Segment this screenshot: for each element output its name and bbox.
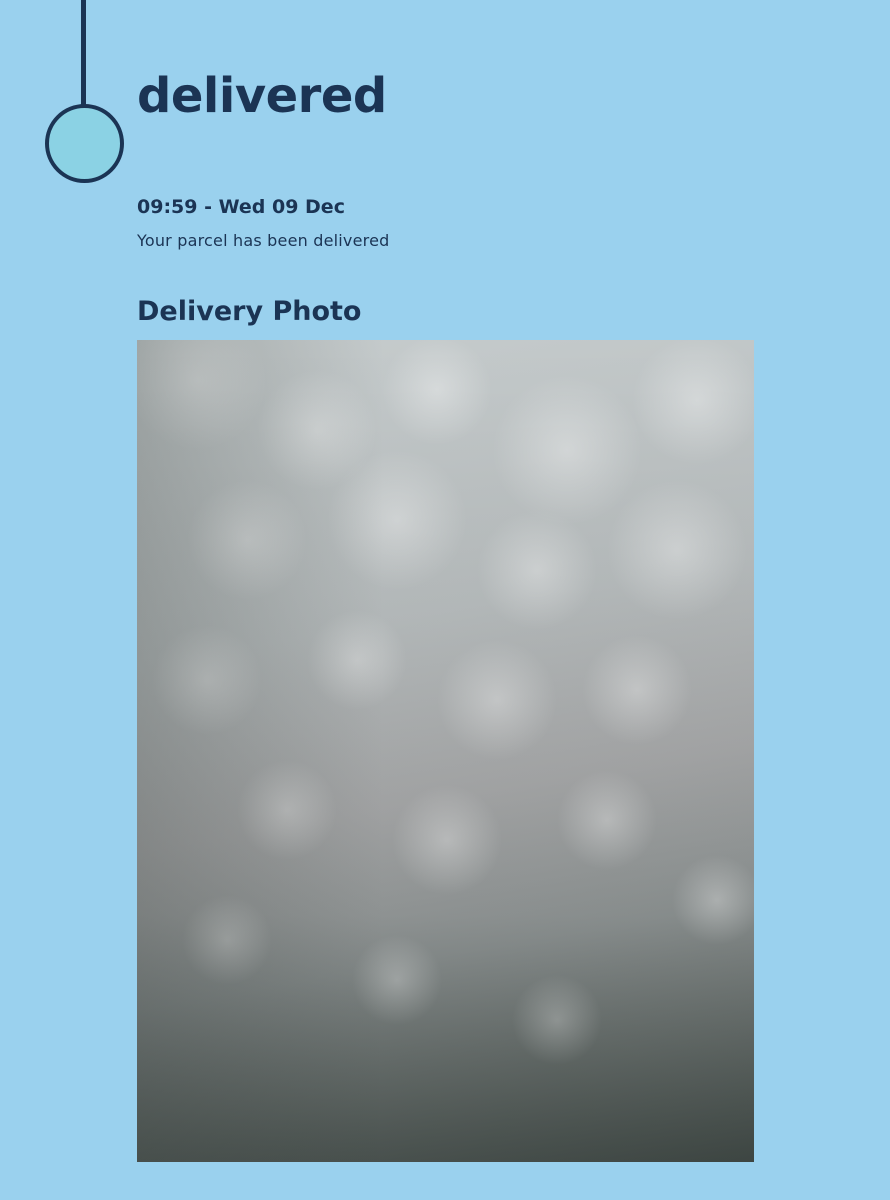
status-title: delivered: [137, 68, 387, 124]
delivery-photo-heading: Delivery Photo: [137, 296, 362, 327]
timeline-line: [81, 0, 86, 106]
delivery-photo[interactable]: [137, 340, 754, 1162]
timeline-node-icon: [45, 104, 124, 183]
event-timestamp: 09:59 - Wed 09 Dec: [137, 196, 345, 218]
delivery-photo-image: [137, 340, 754, 1162]
event-description: Your parcel has been delivered: [137, 231, 390, 250]
